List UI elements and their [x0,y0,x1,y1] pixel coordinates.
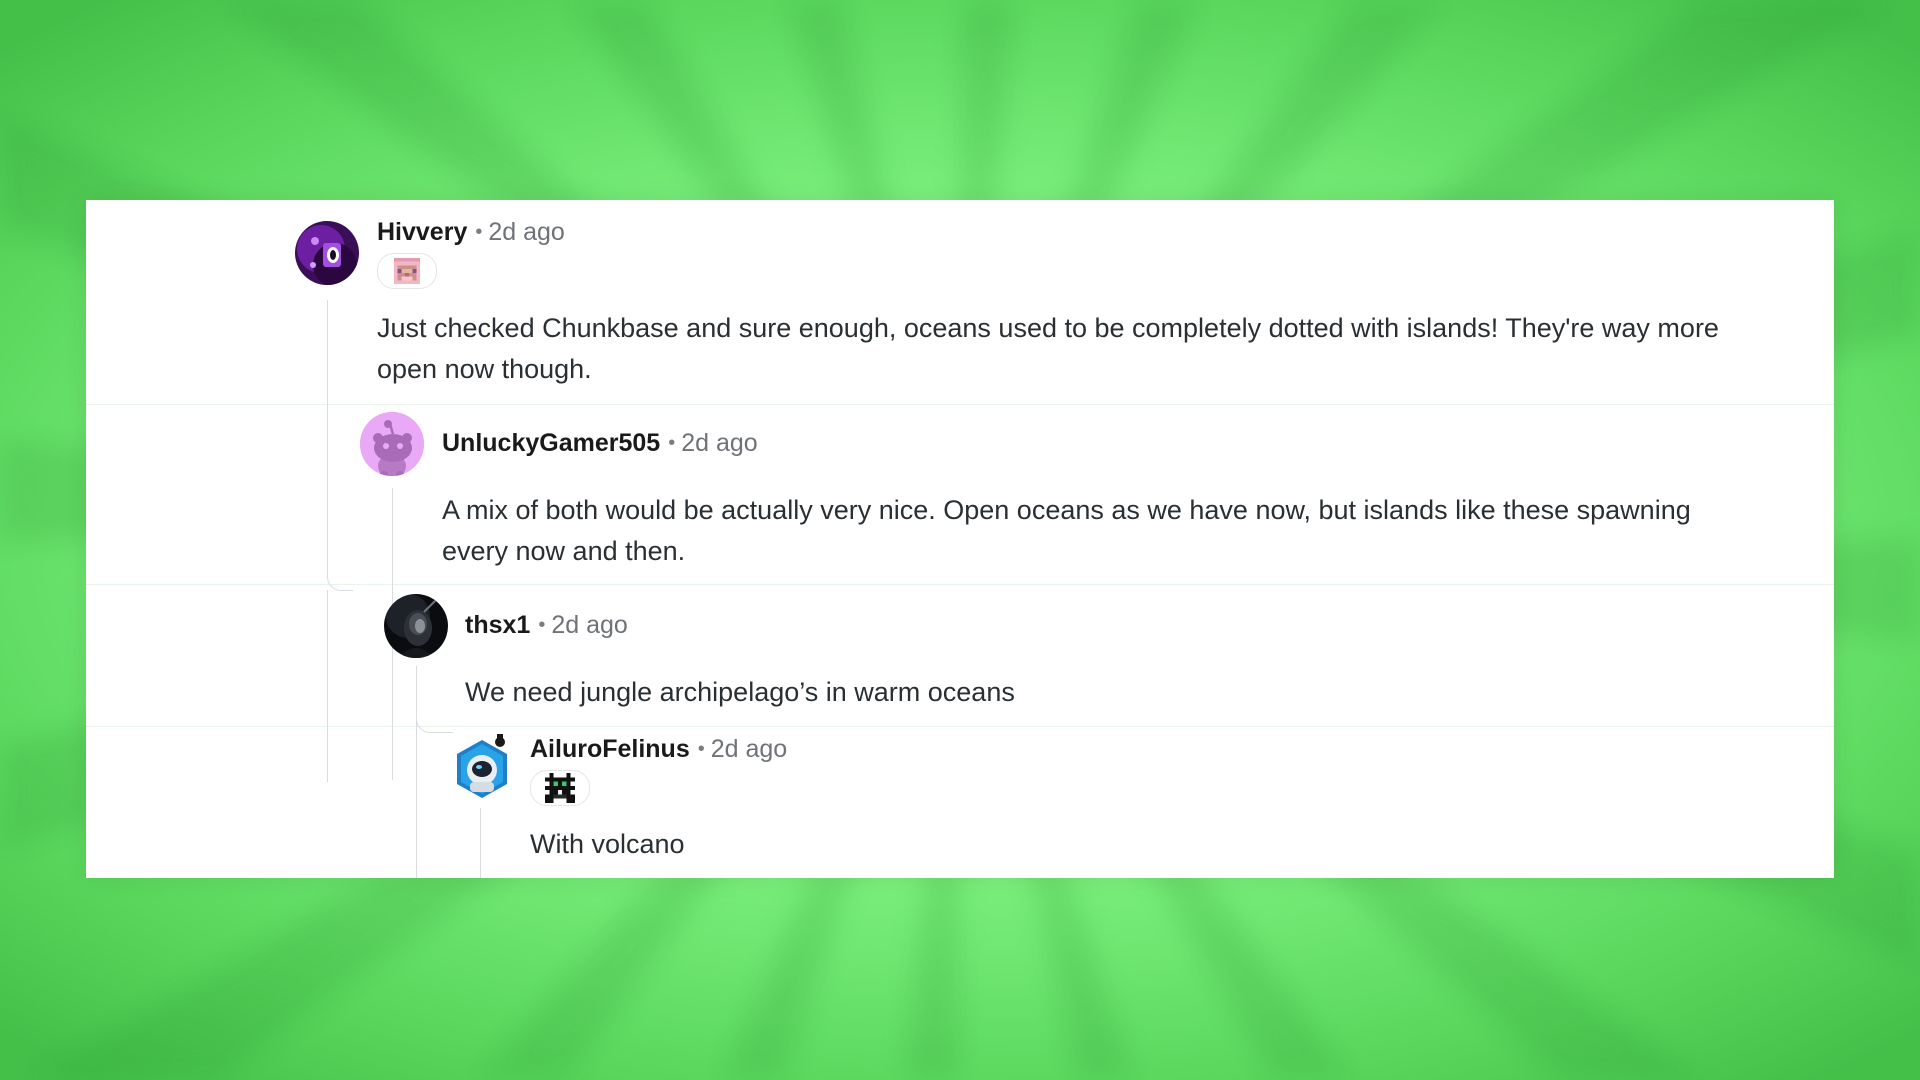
timestamp[interactable]: 2d ago [488,218,564,246]
meta-separator: • [697,738,705,760]
thread-line [327,300,328,570]
username[interactable]: Hivvery [377,218,467,246]
purple-character-avatar-icon[interactable] [295,221,359,285]
comment-body: Just checked Chunkbase and sure enough, … [377,313,1719,384]
comment-divider [86,404,1834,405]
comment-meta: thsx1 • 2d ago [465,610,628,642]
user-flair [377,253,437,289]
thread-line [416,732,417,878]
comment-thread-panel: Hivvery • 2d ago Just checked Chunkbase an… [86,200,1834,878]
timestamp[interactable]: 2d ago [681,429,757,457]
comment-body: A mix of both would be actually very nic… [442,495,1691,566]
pink-pixel-sheep-icon [394,258,420,284]
username[interactable]: AiluroFelinus [530,735,690,763]
thread-line [327,590,328,782]
reddit-snoo-default-avatar-icon[interactable] [360,412,424,476]
thread-connector [327,570,353,591]
comment-meta: Hivvery • 2d ago [377,217,565,249]
comment-meta: AiluroFelinus • 2d ago [530,734,787,766]
comment-divider [86,726,1834,727]
astronaut-hexagon-avatar-icon[interactable] [452,734,512,804]
timestamp[interactable]: 2d ago [711,735,787,763]
user-flair [530,770,590,806]
thread-connector [416,710,453,733]
comment-meta: UnluckyGamer505 • 2d ago [442,428,758,460]
black-pixel-creature-icon [545,773,575,803]
timestamp[interactable]: 2d ago [551,611,627,639]
comment-body: We need jungle archipelago’s in warm oce… [465,677,1015,707]
comment-body: With volcano [530,829,685,859]
meta-separator: • [475,221,483,243]
thread-line [480,808,481,878]
meta-separator: • [668,432,676,454]
username[interactable]: UnluckyGamer505 [442,429,660,457]
meta-separator: • [538,614,546,636]
username[interactable]: thsx1 [465,611,530,639]
dark-figure-avatar-icon[interactable] [384,594,448,658]
